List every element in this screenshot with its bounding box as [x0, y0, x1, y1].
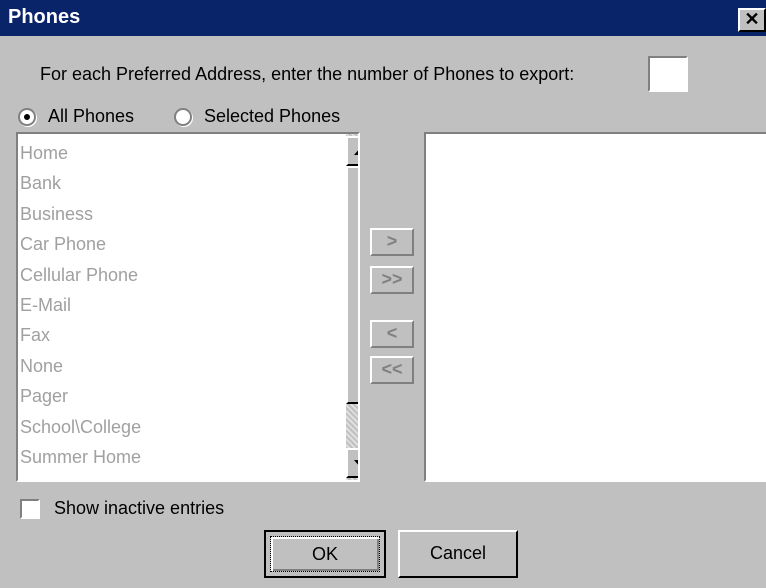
remove-all-button[interactable]: <<: [370, 356, 414, 384]
remove-selected-button[interactable]: <: [370, 320, 414, 348]
list-item[interactable]: Car Phone: [20, 229, 141, 259]
title-bar: Phones ✕: [0, 0, 766, 36]
checkbox-unchecked-icon: [20, 498, 40, 519]
list-item[interactable]: Bank: [20, 168, 141, 198]
vertical-scrollbar[interactable]: [346, 134, 358, 480]
list-item[interactable]: Pager: [20, 381, 141, 411]
list-item[interactable]: Fax: [20, 320, 141, 350]
ok-button[interactable]: OK: [264, 530, 386, 578]
scroll-thumb[interactable]: [346, 166, 358, 404]
list-item[interactable]: Home: [20, 138, 141, 168]
phone-count-input[interactable]: [648, 56, 688, 92]
selected-phones-radio[interactable]: Selected Phones: [174, 106, 340, 127]
radio-checked-icon: [18, 107, 36, 126]
add-all-button[interactable]: >>: [370, 266, 414, 294]
list-item[interactable]: Summer Home: [20, 442, 141, 472]
close-button[interactable]: ✕: [738, 8, 766, 32]
scroll-up-arrow-icon[interactable]: [346, 136, 358, 166]
available-phones-list[interactable]: Home Bank Business Car Phone Cellular Ph…: [16, 132, 360, 482]
selected-phones-list[interactable]: [424, 132, 766, 482]
list-item[interactable]: None: [20, 351, 141, 381]
ok-label: OK: [270, 536, 380, 572]
window-title: Phones: [8, 6, 81, 28]
all-phones-label: All Phones: [48, 106, 135, 126]
list-item[interactable]: Cellular Phone: [20, 260, 141, 290]
show-inactive-checkbox[interactable]: Show inactive entries: [20, 498, 224, 519]
list-item[interactable]: Business: [20, 199, 141, 229]
show-inactive-label: Show inactive entries: [54, 498, 225, 518]
scroll-down-arrow-icon[interactable]: [346, 448, 358, 478]
selected-phones-label: Selected Phones: [204, 106, 341, 126]
cancel-button[interactable]: Cancel: [398, 530, 518, 578]
add-selected-button[interactable]: >: [370, 228, 414, 256]
radio-unchecked-icon: [174, 107, 192, 126]
list-item[interactable]: E-Mail: [20, 290, 141, 320]
export-count-prompt: For each Preferred Address, enter the nu…: [40, 64, 575, 84]
close-icon: ✕: [744, 9, 760, 29]
list-item[interactable]: School\College: [20, 412, 141, 442]
all-phones-radio[interactable]: All Phones: [18, 106, 134, 127]
